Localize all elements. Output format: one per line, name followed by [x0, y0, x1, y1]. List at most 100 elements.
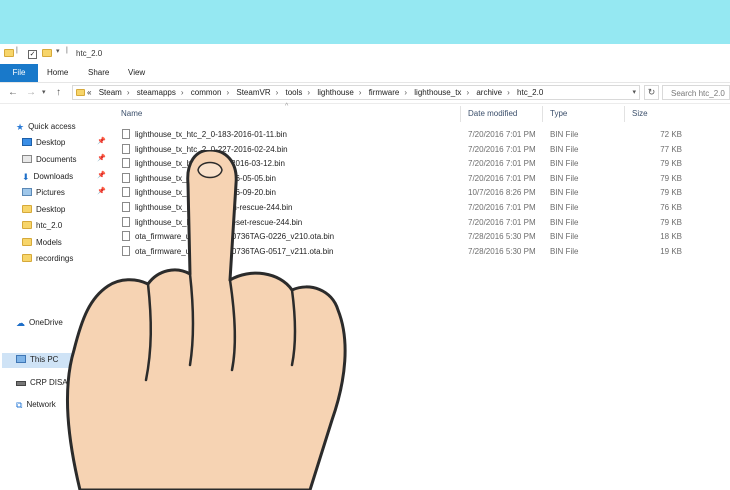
nav-item-pictures[interactable]: Pictures — [22, 186, 65, 200]
fingernail-shape — [197, 161, 223, 179]
column-size[interactable]: Size — [632, 109, 648, 118]
breadcrumb-item-steamapps[interactable]: steamapps — [137, 88, 176, 97]
file-date: 7/20/2016 7:01 PM — [468, 130, 536, 139]
back-arrow-icon[interactable]: ← — [8, 87, 18, 98]
file-size: 79 KB — [660, 188, 682, 198]
chevron-right-icon[interactable]: › — [127, 88, 130, 97]
chevron-right-icon[interactable]: › — [181, 88, 184, 97]
file-type: BIN File — [550, 246, 579, 256]
folder-icon — [76, 89, 85, 98]
breadcrumb-item-common[interactable]: common — [191, 88, 222, 97]
breadcrumb-item-steamvr[interactable]: SteamVR — [236, 88, 270, 97]
sort-up-icon: ^ — [285, 103, 289, 110]
column-date-modified[interactable]: Date modified — [468, 109, 517, 118]
tab-file[interactable]: File — [0, 64, 38, 82]
hand-shape — [66, 150, 347, 490]
recent-locations-chevron-icon[interactable]: ▾ — [42, 88, 46, 96]
file-type: BIN File — [550, 173, 579, 183]
file-type: BIN File — [550, 130, 579, 139]
folder-icon — [22, 254, 32, 262]
title-bar: | ✓ ▾ | htc_2.0 — [0, 44, 730, 64]
chevron-right-icon[interactable]: › — [359, 88, 362, 97]
address-dropdown-icon[interactable]: ▾ — [632, 88, 636, 96]
network-icon: ⧉ — [16, 400, 23, 410]
cloud-icon: ☁ — [16, 318, 25, 328]
pin-icon[interactable]: 📌 — [97, 137, 106, 145]
tab-home[interactable]: Home — [38, 64, 77, 82]
column-type[interactable]: Type — [550, 109, 567, 118]
file-date: 7/20/2016 7:01 PM — [468, 144, 536, 154]
properties-check-icon[interactable]: ✓ — [28, 49, 37, 59]
file-size: 72 KB — [660, 130, 682, 139]
nav-item-network[interactable]: ⧉ Network — [16, 398, 56, 412]
folder-icon — [4, 49, 14, 59]
file-size: 77 KB — [660, 144, 682, 154]
file-type: BIN File — [550, 188, 579, 198]
nav-item-onedrive[interactable]: ☁ OneDrive — [16, 316, 63, 330]
breadcrumb-overflow[interactable]: « — [87, 88, 91, 97]
folder-icon — [22, 205, 32, 213]
breadcrumb-item-firmware[interactable]: firmware — [369, 88, 400, 97]
breadcrumb-item-tools[interactable]: tools — [286, 88, 303, 97]
nav-item-desktop[interactable]: Desktop — [22, 136, 65, 150]
chevron-right-icon[interactable]: › — [226, 88, 229, 97]
tab-view[interactable]: View — [119, 64, 154, 82]
file-date: 7/20/2016 7:01 PM — [468, 173, 536, 183]
forward-arrow-icon[interactable]: → — [26, 87, 36, 98]
window-title: htc_2.0 — [76, 49, 103, 58]
nav-item-models[interactable]: Models — [22, 236, 62, 250]
chevron-right-icon[interactable]: › — [276, 88, 279, 97]
column-divider[interactable] — [460, 106, 461, 122]
breadcrumb-item-htc-2-0[interactable]: htc_2.0 — [517, 88, 543, 97]
pointing-hand-illustration — [66, 150, 347, 490]
file-date: 7/20/2016 7:01 PM — [468, 202, 536, 212]
quick-access-dropdown-icon[interactable]: ▾ — [56, 47, 60, 57]
file-type: BIN File — [550, 159, 579, 169]
divider: | — [16, 47, 18, 54]
address-box[interactable]: « Steam › steamapps › common › SteamVR › too… — [72, 85, 640, 100]
nav-item-this-pc[interactable]: This PC — [16, 353, 58, 367]
downloads-icon: ⬇ — [22, 172, 30, 182]
file-type: BIN File — [550, 217, 579, 227]
chevron-right-icon[interactable]: › — [307, 88, 310, 97]
file-row[interactable]: lighthouse_tx_htc_2_0-183-2016-01-11.bin… — [117, 128, 682, 143]
file-type: BIN File — [550, 202, 579, 212]
file-icon — [122, 129, 130, 139]
breadcrumb-item-lighthouse[interactable]: lighthouse — [317, 88, 353, 97]
column-divider[interactable] — [624, 106, 625, 122]
pictures-icon — [22, 188, 32, 196]
nav-item-desktop-folder[interactable]: Desktop — [22, 203, 65, 217]
file-size: 79 KB — [660, 173, 682, 183]
column-divider[interactable] — [542, 106, 543, 122]
file-date: 10/7/2016 8:26 PM — [468, 188, 536, 198]
file-size: 18 KB — [660, 232, 682, 242]
star-icon: ★ — [16, 122, 25, 132]
file-type: BIN File — [550, 232, 579, 242]
chevron-right-icon[interactable]: › — [404, 88, 407, 97]
file-date: 7/28/2016 5:30 PM — [468, 246, 536, 256]
up-arrow-icon[interactable]: ↑ — [56, 87, 61, 98]
file-size: 76 KB — [660, 202, 682, 212]
nav-item-htc-2-0[interactable]: htc_2.0 — [22, 219, 62, 233]
file-date: 7/20/2016 7:01 PM — [468, 159, 536, 169]
divider: | — [66, 47, 68, 54]
breadcrumb-item-lighthouse-tx[interactable]: lighthouse_tx — [414, 88, 461, 97]
file-date: 7/20/2016 7:01 PM — [468, 217, 536, 227]
chevron-right-icon[interactable]: › — [466, 88, 469, 97]
computer-icon — [16, 355, 26, 363]
file-size: 79 KB — [660, 217, 682, 227]
file-size: 79 KB — [660, 159, 682, 169]
breadcrumb: « Steam › steamapps › common › SteamVR › too… — [87, 88, 543, 97]
desktop-icon — [22, 138, 32, 146]
file-size: 19 KB — [660, 246, 682, 256]
breadcrumb-item-archive[interactable]: archive — [476, 88, 502, 97]
refresh-icon[interactable]: ↻ — [644, 85, 659, 100]
new-folder-icon[interactable] — [42, 49, 52, 59]
tab-share[interactable]: Share — [79, 64, 118, 82]
column-name[interactable]: Name — [121, 109, 142, 118]
chevron-right-icon[interactable]: › — [507, 88, 510, 97]
nav-item-quick-access[interactable]: ★ Quick access — [16, 120, 76, 134]
search-input[interactable]: Search htc_2.0 — [662, 85, 730, 100]
file-date: 7/28/2016 5:30 PM — [468, 232, 536, 242]
breadcrumb-item-steam[interactable]: Steam — [99, 88, 122, 97]
